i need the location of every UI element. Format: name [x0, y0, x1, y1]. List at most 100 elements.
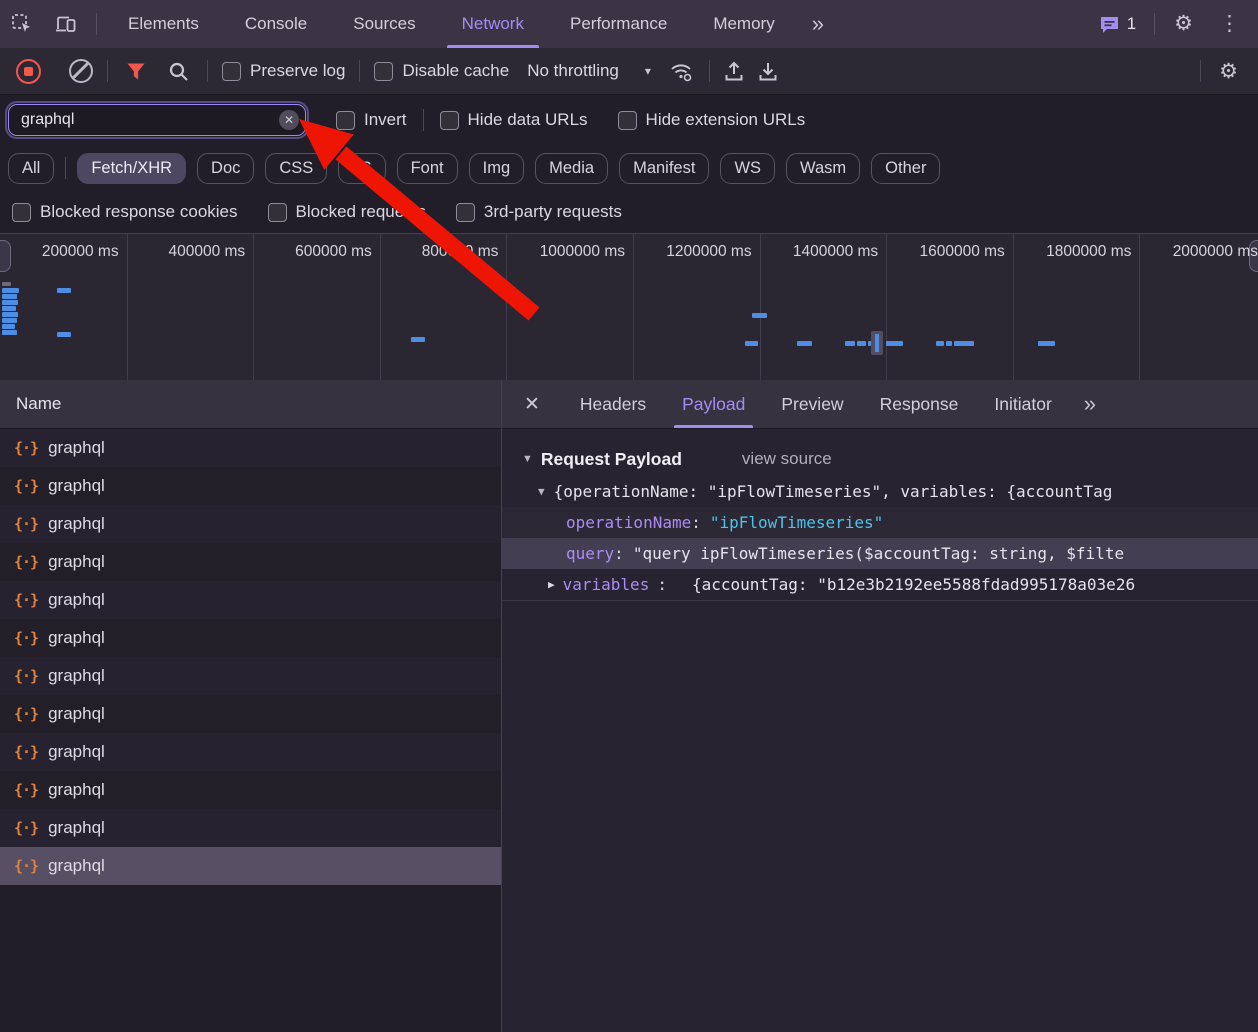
pill-manifest[interactable]: Manifest — [619, 153, 709, 184]
tab-console[interactable]: Console — [222, 0, 330, 48]
request-bar[interactable] — [2, 330, 17, 335]
table-row[interactable]: {·}graphql — [0, 581, 501, 619]
request-bar[interactable] — [57, 288, 71, 293]
table-row[interactable]: {·}graphql — [0, 733, 501, 771]
json-braces-icon: {·} — [14, 553, 38, 571]
request-bar[interactable] — [57, 332, 71, 337]
request-bar[interactable] — [954, 341, 974, 346]
pill-media[interactable]: Media — [535, 153, 608, 184]
name-column-header[interactable]: Name — [0, 380, 501, 429]
request-bar[interactable] — [1038, 341, 1055, 346]
disable-cache-checkbox[interactable]: Disable cache — [374, 61, 509, 81]
clear-network-log-icon[interactable] — [69, 59, 93, 83]
request-bar[interactable] — [2, 324, 15, 329]
filter-toggle-icon[interactable] — [126, 62, 146, 81]
payload-row-query[interactable]: query: "query ipFlowTimeseries($accountT… — [502, 538, 1258, 569]
tab-performance[interactable]: Performance — [547, 0, 690, 48]
request-bar[interactable] — [857, 341, 866, 346]
selected-request-marker[interactable] — [871, 331, 883, 355]
pill-css[interactable]: CSS — [265, 153, 327, 184]
pill-js[interactable]: JS — [338, 153, 385, 184]
overview-panel[interactable]: 200000 ms400000 ms600000 ms800000 ms1000… — [0, 233, 1258, 382]
blocked-requests-checkbox[interactable]: Blocked requests — [268, 202, 426, 222]
payload-row-operationName[interactable]: operationName: "ipFlowTimeseries" — [502, 507, 1258, 538]
device-toolbar-icon[interactable] — [44, 0, 88, 48]
table-row[interactable]: {·}graphql — [0, 467, 501, 505]
tab-elements[interactable]: Elements — [105, 0, 222, 48]
table-row[interactable]: {·}graphql — [0, 771, 501, 809]
pill-ws[interactable]: WS — [720, 153, 775, 184]
request-bar[interactable] — [797, 341, 812, 346]
inspect-element-icon[interactable] — [0, 0, 44, 48]
throttling-select[interactable]: No throttling ▾ — [523, 61, 655, 81]
more-tabs-icon[interactable]: » — [798, 11, 836, 37]
request-payload-section[interactable]: ▼ Request Payload view source — [502, 442, 1258, 476]
search-icon[interactable] — [168, 61, 189, 82]
issues-counter[interactable]: 1 — [1087, 14, 1148, 34]
invert-checkbox[interactable]: Invert — [336, 110, 407, 130]
hide-extension-urls-checkbox[interactable]: Hide extension URLs — [618, 110, 806, 130]
json-braces-icon: {·} — [14, 743, 38, 761]
overview-tick-label: 800000 ms — [380, 243, 498, 261]
network-settings-gear-icon[interactable]: ⚙ — [1215, 59, 1242, 84]
payload-row-variables[interactable]: ▶ variables: {accountTag: "b12e3b2192ee5… — [502, 569, 1258, 601]
request-bar[interactable] — [2, 312, 18, 317]
payload-root-line[interactable]: ▼ {operationName: "ipFlowTimeseries", va… — [502, 476, 1258, 507]
detail-tab-payload[interactable]: Payload — [664, 380, 763, 428]
preserve-log-checkbox[interactable]: Preserve log — [222, 61, 345, 81]
third-party-requests-checkbox[interactable]: 3rd-party requests — [456, 202, 622, 222]
kebab-menu-icon[interactable]: ⋮ — [1206, 0, 1258, 48]
record-button[interactable] — [16, 59, 41, 84]
pill-img[interactable]: Img — [469, 153, 525, 184]
detail-tab-initiator[interactable]: Initiator — [976, 380, 1069, 428]
request-bar[interactable] — [745, 341, 758, 346]
request-bar[interactable] — [752, 313, 767, 318]
table-row[interactable]: {·}graphql — [0, 809, 501, 847]
json-braces-icon: {·} — [14, 705, 38, 723]
table-row[interactable]: {·}graphql — [0, 543, 501, 581]
filter-input[interactable] — [8, 104, 306, 136]
view-source-link[interactable]: view source — [742, 449, 832, 469]
request-bar[interactable] — [2, 282, 11, 286]
export-har-icon[interactable] — [758, 61, 778, 82]
request-bar[interactable] — [936, 341, 944, 346]
detail-tab-headers[interactable]: Headers — [562, 380, 664, 428]
request-bar[interactable] — [2, 306, 16, 311]
settings-gear-icon[interactable]: ⚙ — [1161, 0, 1206, 48]
triangle-down-icon: ▼ — [538, 485, 545, 498]
json-braces-icon: {·} — [14, 591, 38, 609]
table-row[interactable]: {·}graphql — [0, 429, 501, 467]
tab-network[interactable]: Network — [439, 0, 547, 48]
overview-tick-label: 1800000 ms — [1013, 243, 1131, 261]
close-details-icon[interactable]: ✕ — [502, 393, 562, 416]
request-bar[interactable] — [2, 294, 17, 299]
pill-all[interactable]: All — [8, 153, 54, 184]
more-detail-tabs-icon[interactable]: » — [1070, 391, 1108, 417]
network-conditions-icon[interactable] — [669, 60, 695, 82]
tab-memory[interactable]: Memory — [690, 0, 797, 48]
table-row[interactable]: {·}graphql — [0, 695, 501, 733]
pill-doc[interactable]: Doc — [197, 153, 254, 184]
request-bar[interactable] — [2, 288, 19, 293]
detail-tab-preview[interactable]: Preview — [763, 380, 861, 428]
request-bar[interactable] — [2, 300, 18, 305]
request-bar[interactable] — [845, 341, 855, 346]
clear-filter-icon[interactable]: ✕ — [279, 110, 299, 130]
table-row[interactable]: {·}graphql — [0, 505, 501, 543]
import-har-icon[interactable] — [724, 61, 744, 82]
table-row[interactable]: {·}graphql — [0, 657, 501, 695]
request-bar[interactable] — [2, 318, 17, 323]
table-row[interactable]: {·}graphql — [0, 619, 501, 657]
detail-tab-response[interactable]: Response — [862, 380, 977, 428]
table-row[interactable]: {·}graphql — [0, 847, 501, 885]
pill-fetch-xhr[interactable]: Fetch/XHR — [77, 153, 186, 184]
hide-data-urls-checkbox[interactable]: Hide data URLs — [440, 110, 588, 130]
blocked-cookies-checkbox[interactable]: Blocked response cookies — [12, 202, 238, 222]
pill-wasm[interactable]: Wasm — [786, 153, 860, 184]
request-bar[interactable] — [946, 341, 952, 346]
tab-sources[interactable]: Sources — [330, 0, 438, 48]
pill-font[interactable]: Font — [397, 153, 458, 184]
pill-other[interactable]: Other — [871, 153, 940, 184]
request-bar[interactable] — [411, 337, 425, 342]
request-bar[interactable] — [886, 341, 903, 346]
